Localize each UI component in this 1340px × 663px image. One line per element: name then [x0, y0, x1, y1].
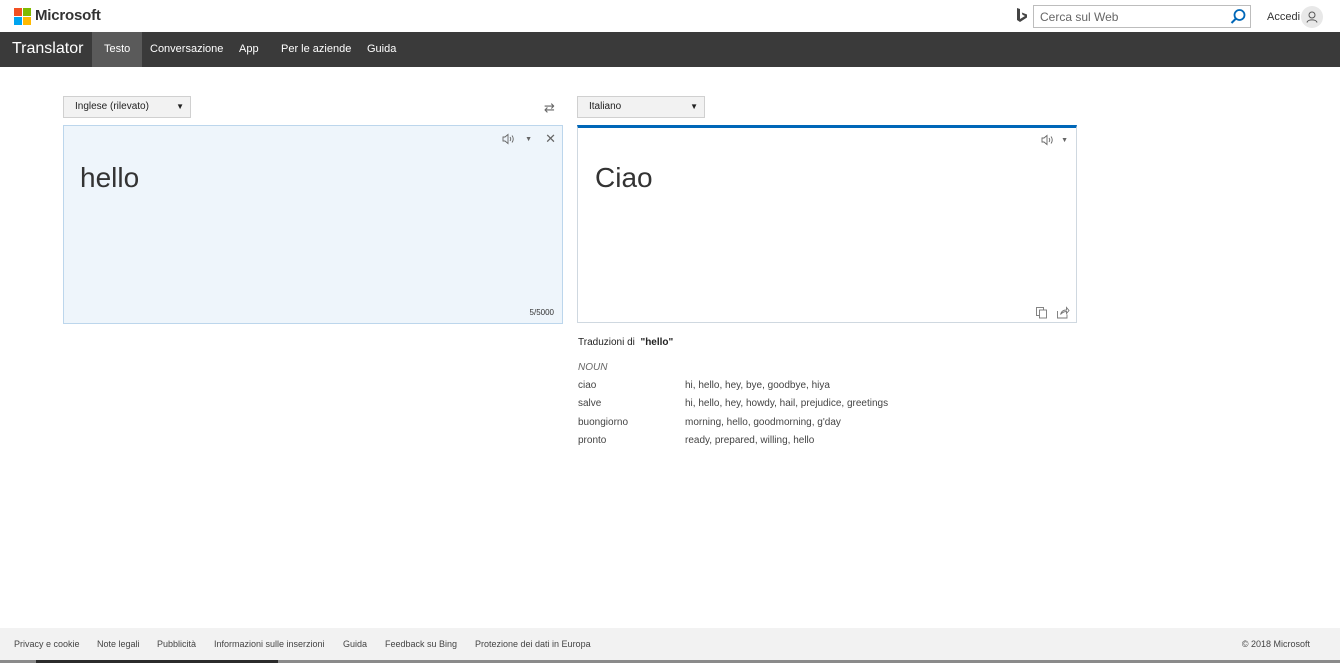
char-counter: 5/5000 [529, 308, 554, 317]
share-icon[interactable] [1056, 306, 1070, 319]
dictionary-title: Traduzioni di "hello" [578, 337, 673, 348]
chevron-down-icon: ▼ [690, 102, 698, 111]
footer-link-eu-privacy[interactable]: Protezione dei dati in Europa [475, 639, 591, 649]
footer-link-help[interactable]: Guida [343, 639, 367, 649]
tab-conversazione[interactable]: Conversazione [138, 32, 235, 67]
footer-link-legal[interactable]: Note legali [97, 639, 140, 649]
tab-per-le-aziende[interactable]: Per le aziende [269, 32, 363, 67]
source-tools: ▼ ✕ [502, 131, 556, 147]
footer-link-advertising[interactable]: Pubblicità [157, 639, 196, 649]
chevron-down-icon[interactable]: ▼ [525, 136, 532, 143]
microsoft-logo-icon[interactable] [14, 8, 31, 25]
close-icon[interactable]: ✕ [545, 131, 556, 147]
target-language-select[interactable]: Italiano ▼ [577, 96, 705, 118]
microsoft-brand[interactable]: Microsoft [35, 7, 101, 24]
target-tools: ▼ [1041, 134, 1068, 146]
swap-icon[interactable]: ⇄ [544, 100, 555, 116]
user-icon [1306, 11, 1318, 23]
translated-text: Ciao [595, 162, 653, 193]
chevron-down-icon[interactable]: ▼ [1061, 137, 1068, 144]
target-bottom-tools [1035, 306, 1070, 319]
tab-guida[interactable]: Guida [355, 32, 408, 67]
copy-icon[interactable] [1035, 306, 1048, 319]
nav-bar: Translator Testo Conversazione App Per l… [0, 32, 1340, 67]
target-language-label: Italiano [589, 101, 622, 112]
app-title[interactable]: Translator [12, 40, 83, 58]
dictionary-title-word: "hello" [640, 337, 674, 348]
dictionary-word[interactable]: buongiorno [578, 417, 628, 428]
part-of-speech: NOUN [578, 362, 608, 373]
search-input[interactable] [1034, 6, 1224, 27]
footer: Privacy e cookie Note legali Pubblicità … [0, 628, 1340, 663]
source-text[interactable]: hello [80, 162, 139, 194]
dictionary-word[interactable]: pronto [578, 435, 606, 446]
tab-testo[interactable]: Testo [92, 32, 143, 67]
signin-link[interactable]: Accedi [1267, 11, 1300, 23]
source-language-select[interactable]: Inglese (rilevato) ▼ [63, 96, 191, 118]
dictionary-synonyms: hi, hello, hey, howdy, hail, prejudice, … [685, 398, 889, 409]
search-box [1033, 5, 1251, 28]
dictionary-word[interactable]: salve [578, 398, 601, 409]
dictionary-synonyms: hi, hello, hey, bye, goodbye, hiya [685, 380, 830, 391]
footer-link-feedback[interactable]: Feedback su Bing [385, 639, 457, 649]
tab-app[interactable]: App [227, 32, 271, 67]
source-text-panel[interactable]: hello ▼ ✕ 5/5000 [63, 125, 563, 324]
footer-link-privacy[interactable]: Privacy e cookie [14, 639, 80, 649]
dictionary-word[interactable]: ciao [578, 380, 596, 391]
speaker-icon[interactable] [502, 133, 516, 145]
footer-link-ad-info[interactable]: Informazioni sulle inserzioni [214, 639, 325, 649]
dictionary-synonyms: morning, hello, goodmorning, g'day [685, 417, 841, 428]
copyright: © 2018 Microsoft [1241, 639, 1310, 649]
avatar[interactable] [1301, 6, 1323, 28]
search-icon[interactable] [1228, 7, 1248, 27]
bing-icon[interactable] [1015, 7, 1029, 25]
top-bar: Microsoft Accedi [0, 0, 1340, 32]
chevron-down-icon: ▼ [176, 102, 184, 111]
dictionary-synonyms: ready, prepared, willing, hello [685, 435, 815, 446]
speaker-icon[interactable] [1041, 134, 1055, 146]
target-text-panel: Ciao ▼ [577, 125, 1077, 323]
dictionary-title-prefix: Traduzioni di [578, 337, 635, 348]
source-language-label: Inglese (rilevato) [75, 101, 149, 112]
